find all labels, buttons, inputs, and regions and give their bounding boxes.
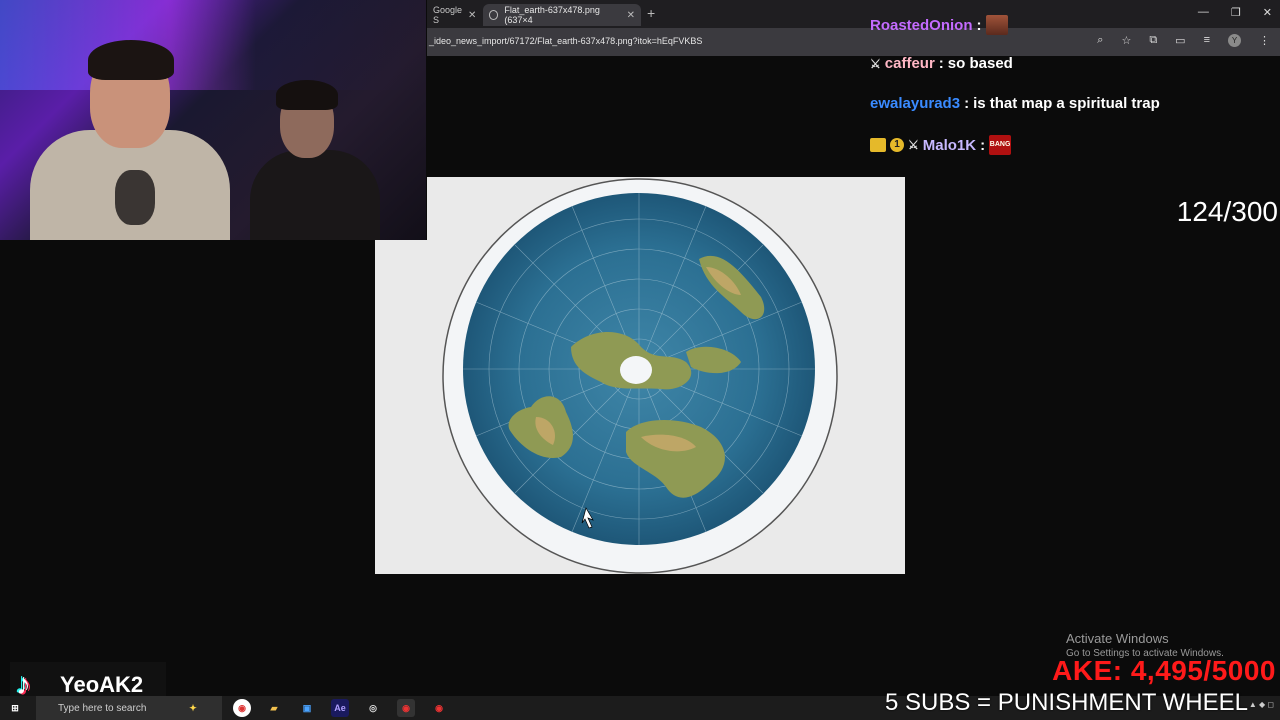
crown-badge-icon bbox=[870, 138, 886, 152]
restore-icon[interactable]: ❐ bbox=[1231, 6, 1241, 19]
windows-start-icon[interactable]: ⊞ bbox=[6, 699, 24, 717]
menu-kebab-icon[interactable]: ⋮ bbox=[1259, 34, 1270, 47]
file-explorer-icon[interactable]: ▰ bbox=[265, 699, 283, 717]
chat-username: RoastedOnion bbox=[870, 16, 973, 34]
chat-username: ewalayurad3 bbox=[870, 95, 961, 112]
media-icon[interactable]: ≡ bbox=[1204, 34, 1210, 47]
bookmark-star-icon[interactable]: ☆ bbox=[1121, 34, 1131, 47]
activate-title: Activate Windows bbox=[1066, 631, 1169, 646]
emote-bang-icon: BANG bbox=[989, 135, 1012, 155]
tab-close-icon[interactable]: ✕ bbox=[627, 10, 635, 21]
search-placeholder: Type here to search bbox=[58, 702, 147, 714]
punishment-wheel-banner: 5 SUBS = PUNISHMENT WHEEL bbox=[885, 689, 1248, 716]
streamer-guest bbox=[250, 80, 390, 240]
store-icon[interactable]: ▣ bbox=[298, 699, 316, 717]
tab-flat-earth[interactable]: Flat_earth-637x478.png (637×4 ✕ bbox=[483, 4, 641, 26]
sub-counter: 124/300 bbox=[1176, 196, 1278, 227]
cast-icon[interactable]: ▭ bbox=[1175, 34, 1185, 47]
system-tray: ▲ ◆ ◻ bbox=[1248, 700, 1274, 709]
chat-text: is that map a spiritual trap bbox=[973, 95, 1160, 112]
webcam-feed bbox=[0, 0, 426, 240]
url-input[interactable]: _ideo_news_import/67172/Flat_earth-637x4… bbox=[429, 36, 702, 46]
chrome-profile-icon[interactable]: ◉ bbox=[430, 699, 448, 717]
sword-badge-icon: ⚔ bbox=[870, 56, 881, 71]
tiktok-username: YeoAK2 bbox=[60, 672, 144, 697]
address-bar: _ideo_news_import/67172/Flat_earth-637x4… bbox=[427, 28, 1280, 56]
minimize-icon[interactable]: — bbox=[1198, 6, 1209, 19]
address-bar-icons: ⌕ ☆ ⧉ ▭ ≡ Y ⋮ bbox=[1097, 34, 1270, 47]
sword-badge-icon: ⚔ bbox=[908, 138, 919, 152]
streamer bbox=[20, 40, 230, 240]
close-window-icon[interactable]: ✕ bbox=[1263, 6, 1272, 19]
globe-icon bbox=[489, 10, 499, 20]
copilot-sparkle-icon[interactable]: ✦ bbox=[184, 699, 202, 717]
chat-message: ewalayurad3: is that map a spiritual tra… bbox=[870, 95, 1160, 112]
tab-google[interactable]: Google S ✕ bbox=[427, 4, 479, 26]
tab-close-icon[interactable]: ✕ bbox=[468, 10, 476, 21]
obs-icon[interactable]: ◎ bbox=[364, 699, 382, 717]
after-effects-icon[interactable]: Ae bbox=[331, 699, 349, 717]
flat-earth-map-image bbox=[442, 178, 838, 574]
chat-username: caffeur bbox=[884, 55, 935, 72]
tab-flat-earth-label: Flat_earth-637x478.png (637×4 bbox=[504, 5, 600, 25]
chat-text: so based bbox=[947, 55, 1013, 72]
chat-message: 1 ⚔ Malo1K: BANG bbox=[870, 135, 1012, 155]
window-controls: — ❐ ✕ bbox=[1198, 6, 1272, 19]
emote-face-icon bbox=[985, 15, 1008, 35]
chat-message: ⚔ caffeur: so based bbox=[870, 55, 1013, 72]
browser-tab-bar: Google S ✕ Flat_earth-637x478.png (637×4… bbox=[427, 0, 1280, 28]
chat-username: Malo1K bbox=[922, 136, 977, 154]
profile-avatar[interactable]: Y bbox=[1228, 34, 1241, 47]
new-tab-icon[interactable]: + bbox=[647, 5, 655, 21]
gift-badge-icon: 1 bbox=[890, 138, 904, 152]
extensions-icon[interactable]: ⧉ bbox=[1149, 34, 1157, 47]
goal-counter: AKE: 4,495/5000 bbox=[1052, 655, 1276, 686]
chrome-icon[interactable]: ◉ bbox=[233, 699, 251, 717]
zoom-icon[interactable]: ⌕ bbox=[1097, 34, 1103, 47]
chat-message: RoastedOnion: bbox=[870, 15, 1008, 35]
tab-google-label: Google S bbox=[433, 5, 463, 25]
chrome-active-icon[interactable]: ◉ bbox=[397, 699, 415, 717]
